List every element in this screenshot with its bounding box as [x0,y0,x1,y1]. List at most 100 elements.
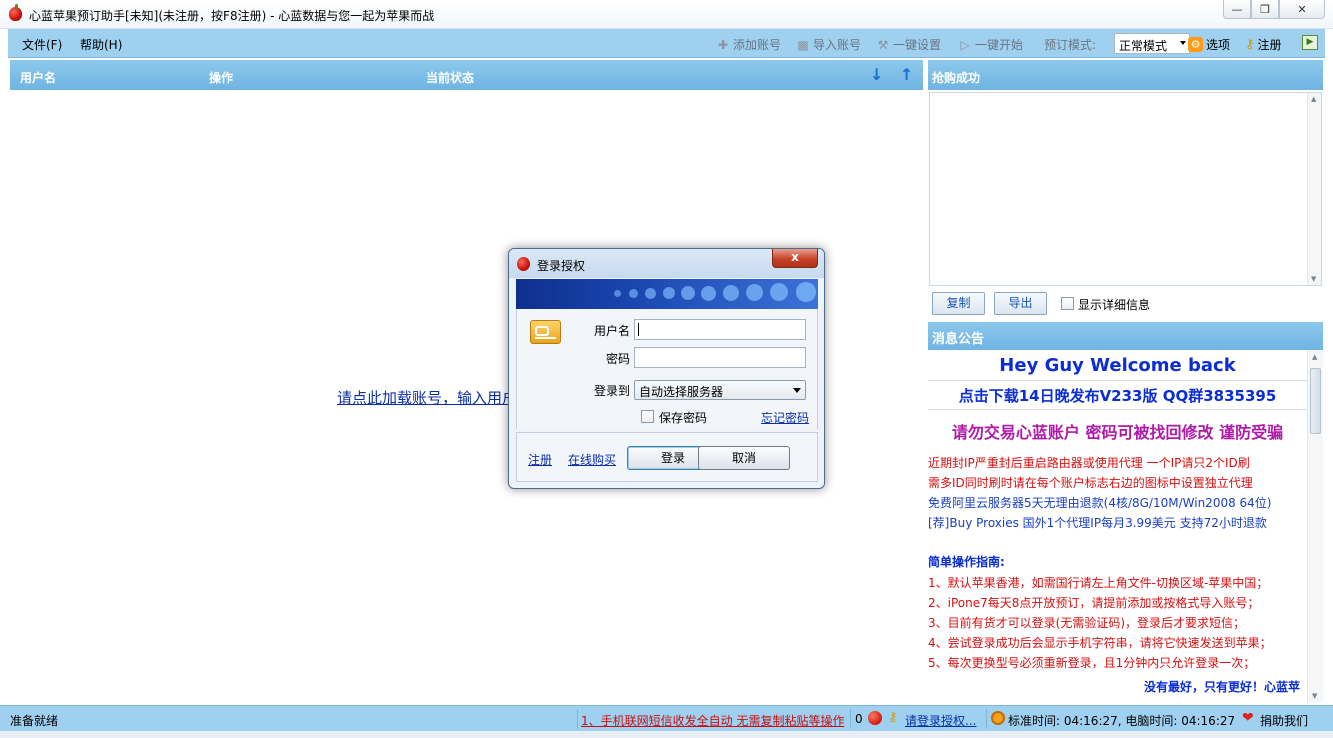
success-scrollbar[interactable] [1307,93,1321,285]
forgot-password-link[interactable]: 忘记密码 [761,409,809,426]
dialog-form: 用户名 密码 登录到 自动选择服务器 保存密码 忘记密码 [516,309,818,429]
heart-icon: ❤ [1242,710,1254,726]
status-bar: 准备就绪 1、手机联网短信收发全自动 无需复制粘贴等操作 0 ⚷ 请登录授权..… [0,705,1333,731]
one-click-start-label: 一键开始 [975,38,1024,52]
wrench-icon: ⚒ [877,37,889,52]
notice-welcome: Hey Guy Welcome back [999,355,1236,376]
banner-dot [701,286,716,301]
move-up-icon[interactable]: ↑ [900,65,913,84]
register-button[interactable]: ⚷ 注册 [1245,36,1282,53]
menu-toolbar: 文件(F) 帮助(H) ✚ 添加账号 ▩ 导入账号 ⚒ 一键设置 ▷ 一键开始 … [8,29,1325,58]
column-status[interactable]: 当前状态 [426,69,474,86]
success-header: 抢购成功 [928,60,1323,90]
server-value: 自动选择服务器 [639,385,724,399]
notice-divider [928,380,1307,381]
menu-help[interactable]: 帮助(H) [80,36,122,53]
password-label: 密码 [605,352,630,366]
status-divider [577,709,578,729]
banner-dot [723,285,739,301]
close-icon: ✕ [1297,2,1307,16]
license-card-icon [530,320,561,344]
mode-value: 正常模式 [1119,39,1168,53]
show-details-label: 显示详细信息 [1078,298,1151,312]
save-password-checkbox[interactable] [641,410,654,423]
login-dialog: 登录授权 x 用户名 密码 登录到 自动选择服务器 保存密码 忘记密码 注册 在… [508,248,825,489]
notice-header: 消息公告 [928,322,1323,350]
cancel-button[interactable]: 取消 [698,446,790,470]
show-details-checkbox[interactable] [1061,297,1074,310]
banner-dot [796,282,816,302]
status-divider [850,709,851,729]
options-button[interactable]: ⚙ 选项 [1188,36,1230,53]
minimize-button[interactable]: — [1223,0,1251,19]
column-username[interactable]: 用户名 [20,69,56,86]
menu-file[interactable]: 文件(F) [22,36,62,53]
save-password-label: 保存密码 [659,411,708,425]
dialog-register-link[interactable]: 注册 [528,451,552,468]
one-click-start-button[interactable]: ▷ 一键开始 [958,36,1023,53]
notice-red-1: 近期封IP严重封后重启路由器或使用代理 一个IP请只2个ID刷 [928,456,1250,470]
notice-blue-link-1[interactable]: 免费阿里云服务器5天无理由退款(4核/8G/10M/Win2008 64位) [928,494,1271,511]
move-down-icon[interactable]: ↓ [870,65,883,84]
load-accounts-link[interactable]: 请点此加载账号，输入用户名和密码 [337,387,512,408]
add-account-button[interactable]: ✚ 添加账号 [716,36,781,53]
register-label: 注册 [1257,38,1282,52]
import-icon: ▩ [797,37,809,52]
status-divider [986,709,987,729]
add-account-label: 添加账号 [733,38,782,52]
status-count: 0 [855,712,863,726]
window-bottom-edge [0,731,1333,738]
window-title: 心蓝苹果预订助手[未知](未注册，按F8注册) - 心蓝数据与您一起为苹果而战 [29,9,435,23]
login-auth-link[interactable]: 请登录授权... [905,712,976,729]
status-marquee-link[interactable]: 1、手机联网短信收发全自动 无需复制粘贴等操作 [581,712,849,729]
red-status-icon [868,711,882,725]
buy-online-link[interactable]: 在线购买 [568,451,616,468]
options-label: 选项 [1206,38,1231,52]
password-input[interactable] [634,347,806,368]
account-list-header: 用户名 操作 当前状态 ↓ ↑ [10,60,923,90]
title-bar: 心蓝苹果预订助手[未知](未注册，按F8注册) - 心蓝数据与您一起为苹果而战 … [0,0,1333,29]
notice-download-link[interactable]: 点击下载14日晚发布V233版 QQ群3835395 [928,385,1307,406]
close-icon: x [791,250,799,264]
donate-link[interactable]: 捐助我们 [1260,712,1308,729]
notice-red-2: 需多ID同时刷时请在每个账户标志右边的图标中设置独立代理 [928,476,1253,490]
guide-item-3: 3、目前有货才可以登录(无需验证码)，登录后才要求短信； [928,616,1246,630]
notice-blue-link-2[interactable]: [荐]Buy Proxies 国外1个代理IP每月3.99美元 支持72小时退款 [928,514,1267,531]
dialog-close-button[interactable]: x [772,249,818,268]
copy-button[interactable]: 复制 [932,292,985,315]
one-click-settings-button[interactable]: ⚒ 一键设置 [876,36,941,53]
play-icon: ▷ [960,37,970,52]
dialog-title: 登录授权 [537,259,586,273]
notice-divider [928,409,1307,410]
exit-icon[interactable]: ▶ [1302,35,1318,50]
mode-label: 预订模式: [1044,38,1097,52]
column-action[interactable]: 操作 [209,69,233,86]
success-log[interactable] [929,92,1322,286]
success-actions: 复制 导出 显示详细信息 [928,288,1323,318]
server-select[interactable]: 自动选择服务器 [634,380,806,400]
maximize-button[interactable]: ❐ [1251,0,1279,19]
guide-title: 简单操作指南: [928,555,1005,569]
notice-board: Hey Guy Welcome back 点击下载14日晚发布V233版 QQ群… [928,350,1323,703]
guide-item-2: 2、iPone7每天8点开放预订，请提前添加或按格式导入账号； [928,596,1260,610]
chevron-down-icon [1180,41,1186,45]
export-button[interactable]: 导出 [994,292,1047,315]
import-account-button[interactable]: ▩ 导入账号 [796,36,861,53]
banner-dot [629,289,638,298]
username-input[interactable] [634,319,806,340]
banner-dot [663,287,675,299]
notice-scrollbar[interactable] [1307,350,1323,703]
close-button[interactable]: ✕ [1279,0,1325,19]
status-ready: 准备就绪 [10,714,59,728]
plus-icon: ✚ [717,37,729,52]
guide-item-5: 5、每次更换型号必须重新登录，且1分钟内只允许登录一次； [928,656,1256,670]
notice-scroll-thumb[interactable] [1310,368,1321,434]
apple-app-icon [9,4,22,21]
key-icon: ⚷ [1245,37,1255,52]
banner-dot [614,290,621,297]
notice-slogan: 没有最好，只有更好！心蓝苹 [1143,680,1300,694]
mode-select[interactable]: 正常模式 [1114,33,1190,54]
apple-app-icon [517,257,530,271]
guide-item-1: 1、默认苹果香港，如需国行请左上角文件-切换区域-苹果中国； [928,576,1269,590]
banner-dot [746,284,763,301]
